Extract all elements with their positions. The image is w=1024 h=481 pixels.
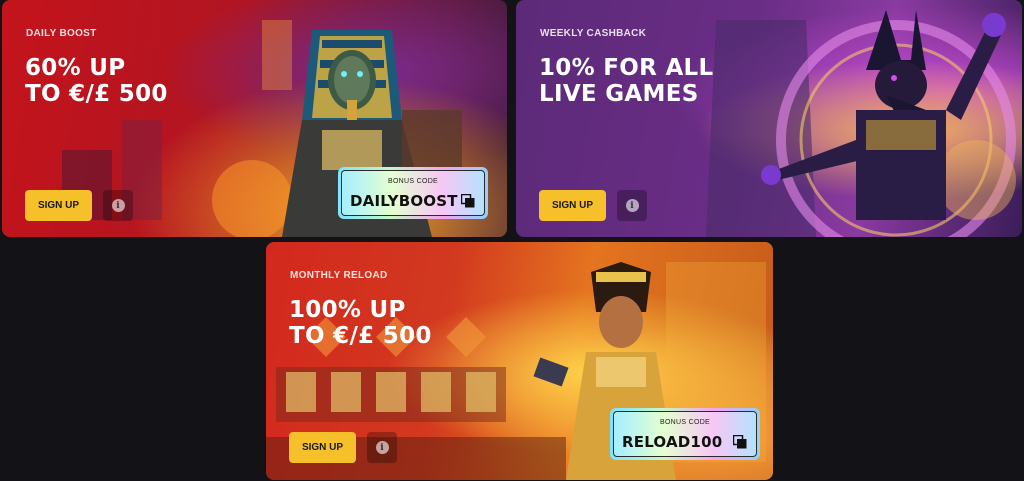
bonus-code-value: DAILYBOOST — [350, 192, 458, 210]
headline-line-2: TO €/£ 500 — [289, 323, 432, 349]
headline-line-2: TO €/£ 500 — [25, 81, 168, 107]
copy-icon[interactable] — [461, 194, 475, 208]
promo-headline: 60% UP TO €/£ 500 — [25, 55, 168, 107]
sign-up-button[interactable]: SIGN UP — [539, 190, 606, 221]
headline-line-2: LIVE GAMES — [539, 81, 699, 107]
promo-label: DAILY BOOST — [26, 28, 97, 39]
promo-label: MONTHLY RELOAD — [290, 270, 388, 281]
bonus-code-box[interactable]: BONUS CODE RELOAD100 — [610, 408, 760, 460]
info-button[interactable]: i — [617, 190, 647, 221]
bonus-code-value: RELOAD100 — [622, 433, 723, 451]
bonus-code-box[interactable]: BONUS CODE DAILYBOOST — [338, 167, 488, 219]
info-icon: i — [111, 199, 125, 212]
copy-icon[interactable] — [733, 435, 747, 449]
promo-headline: 100% UP TO €/£ 500 — [289, 297, 432, 349]
promo-label: WEEKLY CASHBACK — [540, 28, 647, 39]
promo-card-weekly-cashback: WEEKLY CASHBACK 10% FOR ALL LIVE GAMES S… — [516, 0, 1022, 237]
promo-card-monthly-reload: MONTHLY RELOAD 100% UP TO €/£ 500 SIGN U… — [266, 242, 773, 480]
info-button[interactable]: i — [103, 190, 133, 221]
headline-line-1: 60% UP — [25, 55, 126, 81]
bonus-code-label: BONUS CODE — [387, 178, 439, 185]
promo-card-daily-boost: DAILY BOOST 60% UP TO €/£ 500 SIGN UP i … — [2, 0, 507, 237]
headline-line-1: 100% UP — [289, 297, 406, 323]
sign-up-button[interactable]: SIGN UP — [25, 190, 92, 221]
bonus-code-label: BONUS CODE — [659, 419, 711, 426]
info-icon: i — [625, 199, 639, 212]
info-icon: i — [375, 441, 389, 454]
sign-up-button[interactable]: SIGN UP — [289, 432, 356, 463]
promo-headline: 10% FOR ALL LIVE GAMES — [539, 55, 713, 107]
headline-line-1: 10% FOR ALL — [539, 55, 714, 81]
info-button[interactable]: i — [367, 432, 397, 463]
